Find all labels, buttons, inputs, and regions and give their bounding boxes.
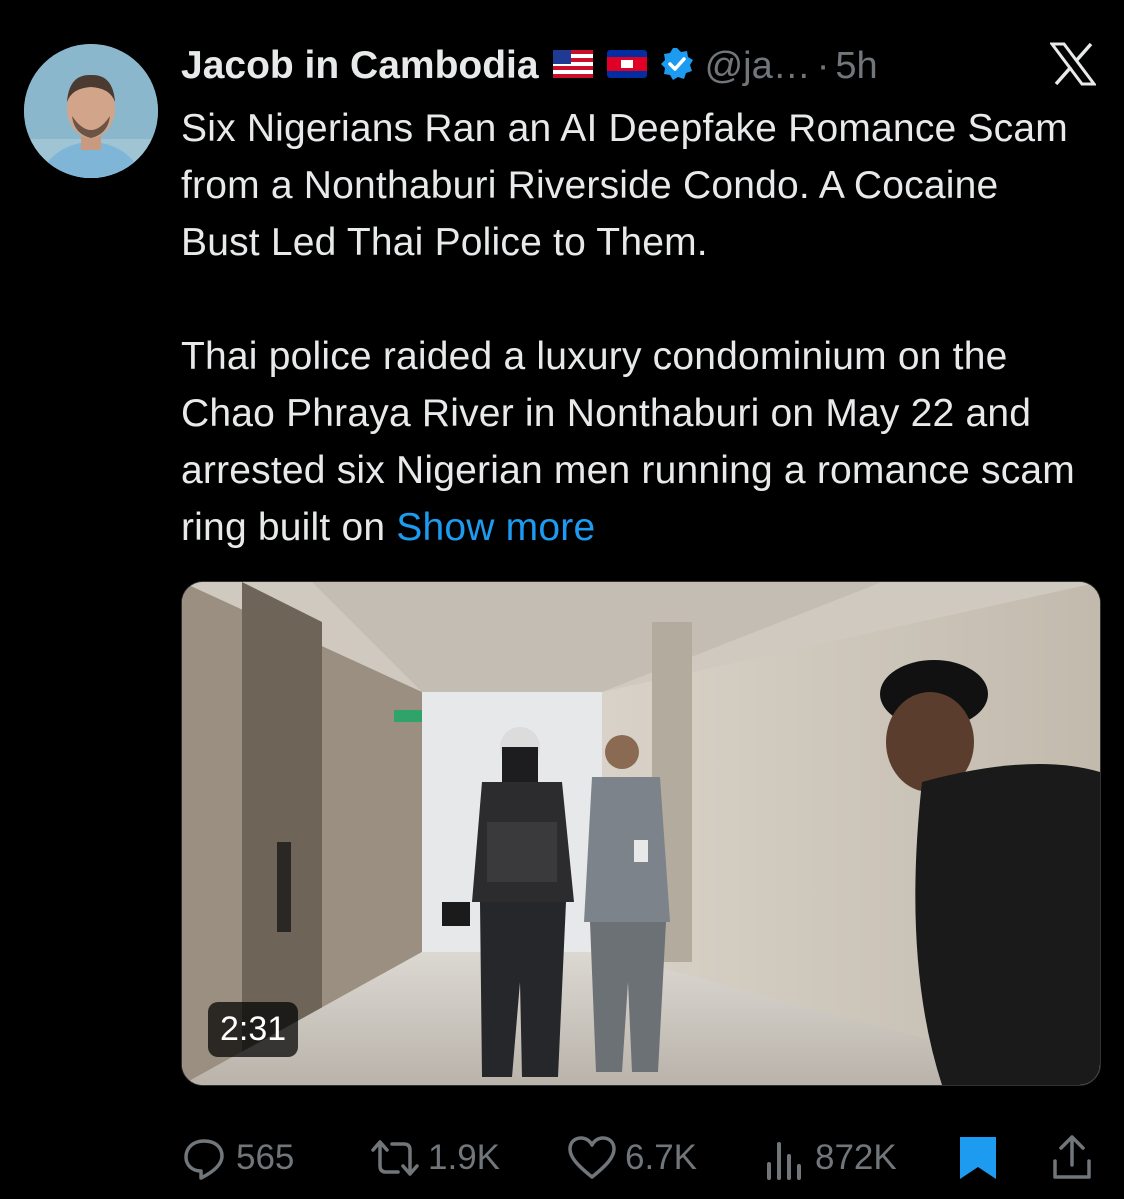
verified-badge-icon[interactable] <box>659 46 695 87</box>
tweet-paragraph-2-text: Thai police raided a luxury condominium … <box>181 335 1075 549</box>
us-flag-icon <box>552 49 593 83</box>
like-count: 6.7K <box>625 1138 697 1177</box>
bookmark-icon <box>960 1137 996 1179</box>
views-count: 872K <box>815 1138 897 1177</box>
views-button[interactable]: 872K <box>763 1130 897 1186</box>
share-button[interactable] <box>1050 1130 1102 1186</box>
author-name[interactable]: Jacob in Cambodia <box>181 44 539 88</box>
reply-count: 565 <box>236 1138 295 1177</box>
repost-count: 1.9K <box>428 1138 500 1177</box>
avatar-image <box>24 44 158 178</box>
x-logo-icon[interactable] <box>1049 42 1097 91</box>
video-duration: 2:31 <box>208 1002 299 1057</box>
tweet-paragraph-2: Thai police raided a luxury condominium … <box>181 328 1081 556</box>
repost-icon <box>371 1140 419 1176</box>
author-handle[interactable]: @ja… <box>705 45 811 88</box>
share-icon <box>1053 1135 1091 1179</box>
video-player[interactable]: 2:31 <box>181 581 1101 1086</box>
show-more-link[interactable]: Show more <box>396 506 595 549</box>
heart-icon <box>568 1136 616 1179</box>
repost-button[interactable]: 1.9K <box>370 1130 500 1186</box>
time-separator: · <box>816 44 830 87</box>
tweet-time[interactable]: 5h <box>835 45 877 88</box>
reply-button[interactable]: 565 <box>180 1130 294 1186</box>
tweet-actions: 565 1.9K 6.7K 872K <box>180 1130 1098 1186</box>
cambodia-flag-icon <box>606 49 647 83</box>
reply-icon <box>184 1139 224 1180</box>
avatar[interactable] <box>24 44 158 178</box>
views-icon <box>767 1142 801 1180</box>
tweet-header: Jacob in Cambodia @ja… · 5h <box>181 38 878 94</box>
video-thumbnail <box>182 582 1100 1085</box>
tweet-paragraph-1: Six Nigerians Ran an AI Deepfake Romance… <box>181 107 1068 264</box>
bookmark-button[interactable] <box>955 1130 1009 1186</box>
like-button[interactable]: 6.7K <box>567 1130 697 1186</box>
tweet-body: Six Nigerians Ran an AI Deepfake Romance… <box>181 100 1081 556</box>
